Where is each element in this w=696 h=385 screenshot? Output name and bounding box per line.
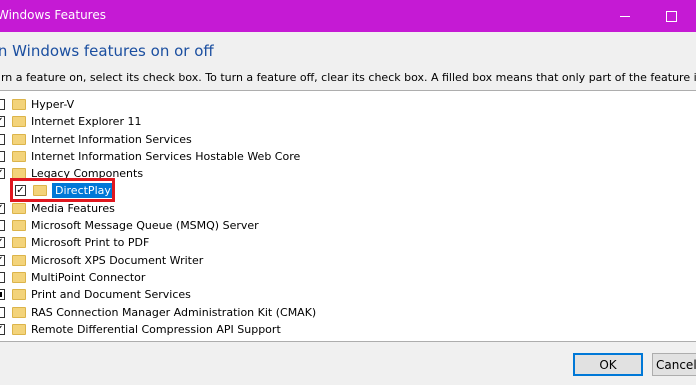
feature-label: Internet Information Services [31, 133, 192, 146]
checkbox-checked-icon[interactable]: ✓ [0, 116, 5, 127]
checkbox-empty-icon[interactable] [0, 341, 5, 342]
folder-icon [12, 341, 26, 342]
minimize-button[interactable] [602, 0, 648, 32]
feature-row[interactable]: ✓ Remote Differential Compression API Sup… [0, 321, 281, 338]
feature-row[interactable]: ✓ Media Features [0, 200, 115, 217]
feature-label: Print and Document Services [31, 288, 191, 301]
feature-row[interactable]: RIP Listener [0, 338, 96, 342]
feature-label: RAS Connection Manager Administration Ki… [31, 306, 317, 319]
minimize-icon [620, 15, 630, 17]
feature-row[interactable]: Microsoft Message Queue (MSMQ) Server [0, 217, 259, 234]
feature-label: Microsoft Message Queue (MSMQ) Server [31, 219, 259, 232]
feature-row[interactable]: ✓ Internet Explorer 11 [0, 113, 141, 130]
checkbox-empty-icon[interactable] [0, 151, 5, 162]
feature-label: MultiPoint Connector [31, 271, 146, 284]
folder-icon [12, 289, 26, 300]
feature-label: Remote Differential Compression API Supp… [31, 323, 281, 336]
folder-icon [12, 272, 26, 283]
feature-row[interactable]: Internet Information Services Hostable W… [0, 148, 300, 165]
feature-label: Internet Explorer 11 [31, 115, 142, 128]
folder-icon [12, 237, 26, 248]
cancel-button[interactable]: Cancel [652, 353, 696, 376]
annotation-highlight [10, 178, 115, 202]
checkbox-checked-icon[interactable]: ✓ [0, 203, 5, 214]
feature-row[interactable]: ✓ Microsoft Print to PDF [0, 234, 149, 251]
feature-row[interactable]: MultiPoint Connector [0, 269, 145, 286]
windows-features-dialog: Windows Features rn Windows features on … [0, 0, 696, 385]
checkbox-empty-icon[interactable] [0, 307, 5, 318]
folder-icon [12, 151, 26, 162]
checkbox-empty-icon[interactable] [0, 99, 5, 110]
checkbox-checked-icon[interactable]: ✓ [0, 324, 5, 335]
ok-button[interactable]: OK [573, 353, 643, 376]
checkbox-checked-icon[interactable]: ✓ [0, 237, 5, 248]
dialog-description: urn a feature on, select its check box. … [0, 71, 696, 84]
folder-icon [12, 255, 26, 266]
folder-icon [12, 134, 26, 145]
feature-row[interactable]: RAS Connection Manager Administration Ki… [0, 304, 316, 321]
feature-label: Internet Information Services Hostable W… [31, 150, 301, 163]
feature-row[interactable]: ✓ Microsoft XPS Document Writer [0, 252, 203, 269]
feature-row[interactable]: Internet Information Services [0, 131, 192, 148]
dialog-heading: rn Windows features on or off [0, 42, 214, 60]
checkbox-empty-icon[interactable] [0, 272, 5, 283]
feature-row[interactable]: Hyper-V [0, 96, 74, 113]
maximize-icon [665, 10, 677, 22]
maximize-button[interactable] [648, 0, 694, 32]
feature-label: Microsoft Print to PDF [31, 236, 150, 249]
folder-icon [12, 116, 26, 127]
checkbox-empty-icon[interactable] [0, 134, 5, 145]
checkbox-empty-icon[interactable] [0, 220, 5, 231]
folder-icon [12, 307, 26, 318]
feature-row[interactable]: Print and Document Services [0, 286, 191, 303]
folder-icon [12, 99, 26, 110]
checkbox-checked-icon[interactable]: ✓ [0, 255, 5, 266]
feature-label: Media Features [31, 202, 115, 215]
feature-label: RIP Listener [31, 340, 96, 341]
window-title: Windows Features [0, 8, 106, 22]
checkbox-checked-icon[interactable]: ✓ [0, 168, 5, 179]
folder-icon [12, 324, 26, 335]
feature-label: Hyper-V [31, 98, 75, 111]
checkbox-partial-icon[interactable] [0, 289, 5, 300]
title-bar[interactable]: Windows Features [0, 0, 696, 32]
feature-label: Microsoft XPS Document Writer [31, 254, 204, 267]
feature-tree[interactable]: Hyper-V ✓ Internet Explorer 11 Internet Inf… [0, 90, 696, 342]
folder-icon [12, 220, 26, 231]
folder-icon [12, 203, 26, 214]
